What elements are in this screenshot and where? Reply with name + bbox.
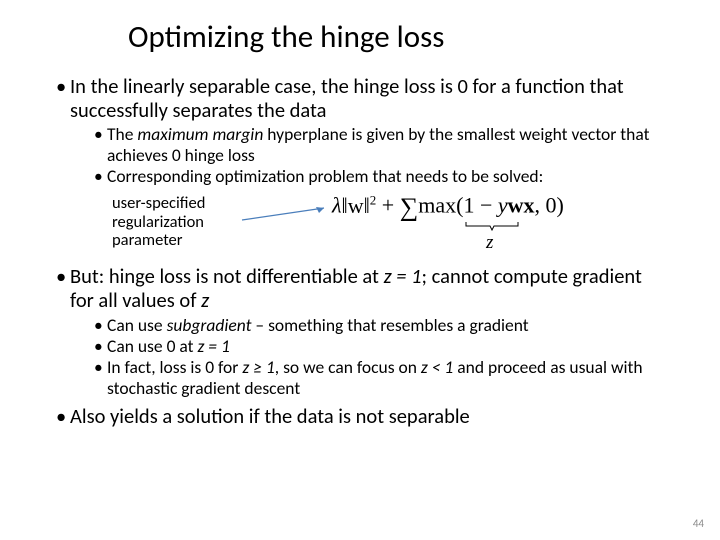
b1a-pre: The (107, 123, 137, 145)
b2c-mid2: z < 1 (421, 356, 453, 378)
bullet-2b: Can use 0 at z = 1 (94, 336, 670, 356)
page-number: 44 (693, 517, 704, 530)
regularization-label: user-specified regularization parameter (112, 194, 205, 249)
f-y: y (498, 193, 508, 218)
b1a-em: maximum margin (137, 123, 263, 145)
f-max: max(1 − (418, 193, 498, 218)
bullet-list: In the linearly separable case, the hing… (56, 74, 670, 428)
bullet-1a: The maximum margin hyperplane is given b… (94, 124, 670, 165)
b2a-post: – something that resembles a gradient (251, 314, 528, 336)
bullet-1-text: In the linearly separable case, the hing… (70, 73, 624, 123)
f-tail: , 0) (535, 193, 564, 218)
bullet-2a: Can use subgradient – something that res… (94, 315, 670, 335)
bullet-2c: In fact, loss is 0 for z ≥ 1, so we can … (94, 357, 670, 398)
b2b-em: z = 1 (197, 335, 229, 357)
b2c-txt2: , so we can focus on (275, 356, 421, 378)
reg-l3: parameter (112, 230, 183, 250)
b2c-pre: In fact, loss is 0 for (107, 356, 242, 378)
f-sum: ∑ (400, 193, 419, 222)
bullet-1: In the linearly separable case, the hing… (56, 74, 670, 258)
f-plus: + (376, 193, 399, 218)
formula-block: user-specified regularization parameter … (70, 190, 670, 258)
b2b-pre: Can use 0 at (107, 335, 197, 357)
bullet-1-sublist: The maximum margin hyperplane is given b… (94, 124, 670, 186)
slide-title: Optimizing the hinge loss (128, 18, 670, 56)
b2a-pre: Can use (107, 314, 167, 336)
slide: Optimizing the hinge loss In the linearl… (0, 0, 720, 540)
b2a-em: subgradient (167, 314, 252, 336)
arrow-icon (240, 204, 330, 224)
z-label: z (486, 232, 493, 254)
bullet-2: But: hinge loss is not differentiable at… (56, 264, 670, 398)
reg-l1: user-specified (112, 193, 205, 213)
b2-end: z (201, 287, 209, 313)
b1b-text: Corresponding optimization problem that … (107, 165, 543, 187)
formula: λ‖w‖2 + ∑max(1 − ywx, 0) (332, 192, 564, 223)
b2-pre: But: hinge loss is not differentiable at (70, 263, 384, 289)
f-wnorm-txt: ‖w‖ (342, 193, 370, 218)
b3-text: Also yields a solution if the data is no… (70, 403, 470, 429)
bullet-3: Also yields a solution if the data is no… (56, 404, 670, 428)
f-wx: wx (508, 193, 535, 218)
f-wnorm: ‖w‖2 (342, 193, 377, 218)
b2-mid: z = 1 (384, 263, 422, 289)
reg-l2: regularization (112, 212, 204, 232)
f-lambda: λ (332, 193, 342, 218)
bullet-2-sublist: Can use subgradient – something that res… (94, 315, 670, 398)
b2c-mid1: z ≥ 1 (242, 356, 274, 378)
bullet-1b: Corresponding optimization problem that … (94, 166, 670, 186)
